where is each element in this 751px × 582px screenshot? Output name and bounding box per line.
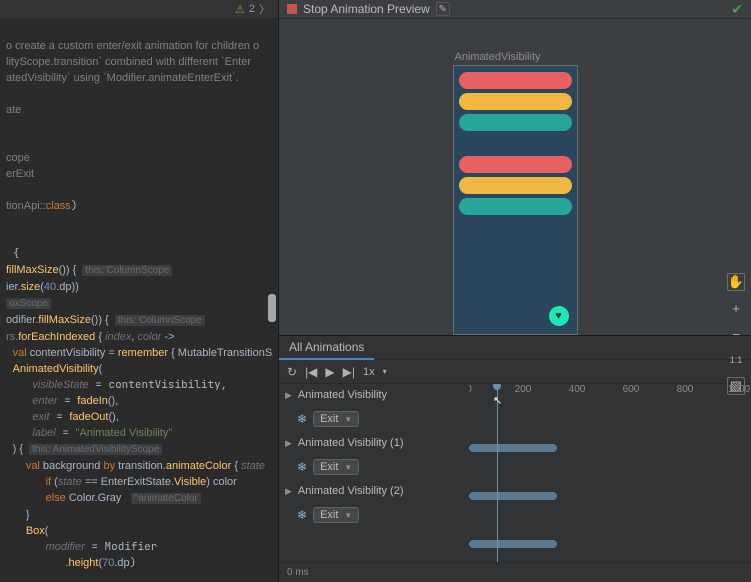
warning-count[interactable]: 2 xyxy=(249,3,255,15)
current-time-label: 0 ms xyxy=(287,567,309,578)
animation-state-row: ❄ Exit ▼ xyxy=(279,502,469,528)
ruler-tick: 200 xyxy=(515,384,532,395)
timeline-track-bar[interactable] xyxy=(469,492,557,500)
preview-pane: Stop Animation Preview ✎ ✔ AnimatedVisib… xyxy=(279,0,751,582)
preview-bar xyxy=(459,72,572,89)
chevron-right-icon[interactable]: ▶ xyxy=(285,438,292,449)
timeline-track-bar[interactable] xyxy=(469,540,557,548)
code-editor-pane: ⚠ 2 〉 o create a custom enter/exit anima… xyxy=(0,0,279,582)
zoom-in-icon[interactable]: + xyxy=(727,299,745,317)
chevron-down-icon: ▼ xyxy=(344,463,352,472)
state-value: Exit xyxy=(320,413,338,425)
zoom-out-icon[interactable]: − xyxy=(727,325,745,343)
skip-end-icon[interactable]: ▶| xyxy=(343,365,355,379)
device-label: AnimatedVisibility xyxy=(453,51,578,63)
animation-panel: All Animations ↻ |◀ ▶ ▶| 1x ▾ ▶ Animated … xyxy=(279,335,751,582)
timeline-track-bar[interactable] xyxy=(469,444,557,452)
preview-bar xyxy=(459,156,572,173)
inspection-chevron-icon[interactable]: 〉 xyxy=(259,1,270,17)
pan-tool-icon[interactable]: ✋ xyxy=(727,273,745,291)
preview-canvas[interactable]: AnimatedVisibility ♥ ✋ + − 1:1 ▧ xyxy=(279,19,751,335)
play-icon[interactable]: ▶ xyxy=(325,365,334,379)
status-ok-icon: ✔ xyxy=(731,1,743,18)
animation-name: Animated Visibility xyxy=(298,389,387,401)
animation-row[interactable]: ▶ Animated Visibility (2) xyxy=(279,480,469,502)
toolbar-title[interactable]: Stop Animation Preview xyxy=(303,2,430,16)
chevron-down-icon: ▼ xyxy=(344,415,352,424)
preview-bar xyxy=(459,198,572,215)
animation-timeline[interactable]: 02004006008001000 331ms331ms331ms ↖ xyxy=(469,384,751,562)
animation-name: Animated Visibility (1) xyxy=(298,437,404,449)
animation-controls: ↻ |◀ ▶ ▶| 1x ▾ xyxy=(279,360,751,384)
preview-bar xyxy=(459,135,572,152)
animation-tabs: All Animations xyxy=(279,336,751,360)
preview-bar xyxy=(459,93,572,110)
code-area[interactable]: o create a custom enter/exit animation f… xyxy=(0,18,278,575)
heart-icon: ♥ xyxy=(555,310,562,322)
ruler-tick: 1000 xyxy=(728,384,750,395)
editor-scrollbar-thumb[interactable] xyxy=(268,294,276,322)
state-value: Exit xyxy=(320,461,338,473)
device-preview: AnimatedVisibility ♥ xyxy=(453,51,578,335)
stop-icon[interactable] xyxy=(287,4,297,14)
animation-row[interactable]: ▶ Animated Visibility (1) xyxy=(279,432,469,454)
state-dropdown[interactable]: Exit ▼ xyxy=(313,507,359,523)
preview-side-tools: ✋ + − 1:1 ▧ xyxy=(727,273,745,395)
state-dropdown[interactable]: Exit ▼ xyxy=(313,459,359,475)
device-frame[interactable]: ♥ xyxy=(453,65,578,335)
zoom-fit-icon[interactable]: 1:1 xyxy=(727,351,745,369)
speed-dropdown-icon[interactable]: ▾ xyxy=(383,367,387,376)
preview-bar xyxy=(459,219,572,236)
state-dropdown[interactable]: Exit ▼ xyxy=(313,411,359,427)
playback-speed[interactable]: 1x xyxy=(363,366,375,378)
loop-icon[interactable]: ↻ xyxy=(287,365,297,379)
timeline-playhead[interactable]: ↖ xyxy=(497,384,498,562)
chevron-down-icon: ▼ xyxy=(344,511,352,520)
animation-state-row: ❄ Exit ▼ xyxy=(279,454,469,480)
preview-toolbar: Stop Animation Preview ✎ ✔ xyxy=(279,0,751,19)
chevron-right-icon[interactable]: ▶ xyxy=(285,390,292,401)
animation-row[interactable]: ▶ Animated Visibility xyxy=(279,384,469,406)
tab-all-animations[interactable]: All Animations xyxy=(279,336,374,360)
cursor-icon: ↖ xyxy=(493,394,502,407)
preview-bar xyxy=(459,177,572,194)
freeze-icon[interactable]: ❄ xyxy=(297,412,307,426)
fab-favorite[interactable]: ♥ xyxy=(549,306,569,326)
ruler-tick: 400 xyxy=(569,384,586,395)
freeze-icon[interactable]: ❄ xyxy=(297,460,307,474)
animation-state-row: ❄ Exit ▼ xyxy=(279,406,469,432)
skip-start-icon[interactable]: |◀ xyxy=(305,365,317,379)
warning-icon[interactable]: ⚠ xyxy=(235,3,245,16)
editor-inspection-bar: ⚠ 2 〉 xyxy=(0,0,278,18)
chevron-right-icon[interactable]: ▶ xyxy=(285,486,292,497)
animation-body: ▶ Animated Visibility ❄ Exit ▼ ▶ Animated Visi… xyxy=(279,384,751,562)
ruler-tick: 0 xyxy=(469,384,472,395)
animation-footer: 0 ms xyxy=(279,562,751,582)
edit-icon[interactable]: ✎ xyxy=(436,2,450,16)
ruler-tick: 800 xyxy=(677,384,694,395)
animation-name: Animated Visibility (2) xyxy=(298,485,404,497)
freeze-icon[interactable]: ❄ xyxy=(297,508,307,522)
state-value: Exit xyxy=(320,509,338,521)
ruler-tick: 600 xyxy=(623,384,640,395)
preview-bar xyxy=(459,114,572,131)
